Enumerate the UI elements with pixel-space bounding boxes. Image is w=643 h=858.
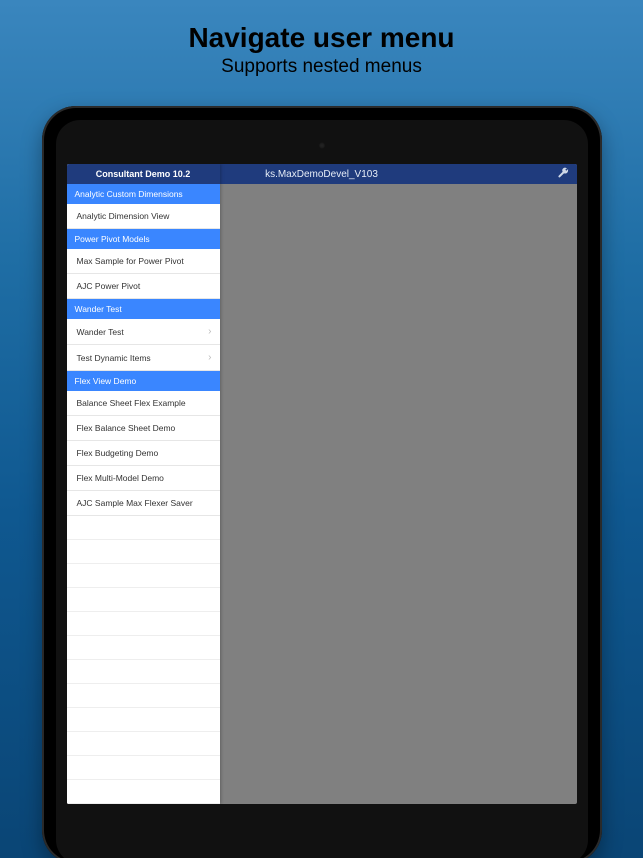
menu-item-label: Flex Balance Sheet Demo (77, 423, 176, 433)
menu-item-label: Flex Budgeting Demo (77, 448, 159, 458)
empty-row (67, 708, 220, 732)
menu-item-label: AJC Sample Max Flexer Saver (77, 498, 193, 508)
menu-item[interactable]: Flex Budgeting Demo (67, 441, 220, 466)
menu-item[interactable]: Analytic Dimension View (67, 204, 220, 229)
promo-header: Navigate user menu Supports nested menus (0, 0, 643, 96)
promo-subtitle: Supports nested menus (0, 56, 643, 78)
empty-row (67, 588, 220, 612)
empty-row (67, 564, 220, 588)
chevron-right-icon: › (208, 352, 211, 363)
menu-item-label: Flex Multi-Model Demo (77, 473, 164, 483)
empty-row (67, 732, 220, 756)
screen: ks.MaxDemoDevel_V103 Consultant Demo 10.… (67, 164, 577, 804)
empty-row (67, 516, 220, 540)
menu-item-label: AJC Power Pivot (77, 281, 141, 291)
settings-button[interactable] (557, 167, 569, 182)
empty-row (67, 684, 220, 708)
camera-dot (318, 142, 325, 149)
sidebar-sections: Analytic Custom Dimensions Analytic Dimen… (67, 184, 220, 516)
menu-item-label: Max Sample for Power Pivot (77, 256, 184, 266)
chevron-right-icon: › (208, 326, 211, 337)
menu-item[interactable]: Wander Test › (67, 319, 220, 345)
section-header[interactable]: Flex View Demo (67, 371, 220, 391)
menu-item[interactable]: AJC Sample Max Flexer Saver (67, 491, 220, 516)
sidebar[interactable]: Consultant Demo 10.2 Analytic Custom Dim… (67, 164, 220, 804)
menu-item[interactable]: AJC Power Pivot (67, 274, 220, 299)
tablet-frame: ks.MaxDemoDevel_V103 Consultant Demo 10.… (42, 106, 602, 858)
menu-item[interactable]: Balance Sheet Flex Example (67, 391, 220, 416)
menu-item[interactable]: Test Dynamic Items › (67, 345, 220, 371)
menu-item[interactable]: Max Sample for Power Pivot (67, 249, 220, 274)
menu-item-label: Analytic Dimension View (77, 211, 170, 221)
menu-item[interactable]: Flex Balance Sheet Demo (67, 416, 220, 441)
sidebar-title: Consultant Demo 10.2 (67, 164, 220, 184)
empty-row (67, 612, 220, 636)
empty-row (67, 540, 220, 564)
section-header[interactable]: Analytic Custom Dimensions (67, 184, 220, 204)
menu-item-label: Test Dynamic Items (77, 353, 151, 363)
section-header[interactable]: Wander Test (67, 299, 220, 319)
empty-row (67, 660, 220, 684)
promo-title: Navigate user menu (0, 22, 643, 54)
section-header[interactable]: Power Pivot Models (67, 229, 220, 249)
empty-row (67, 756, 220, 780)
empty-row (67, 780, 220, 804)
menu-item[interactable]: Flex Multi-Model Demo (67, 466, 220, 491)
tablet-bezel: ks.MaxDemoDevel_V103 Consultant Demo 10.… (56, 120, 588, 858)
menu-item-label: Wander Test (77, 327, 124, 337)
empty-row (67, 636, 220, 660)
wrench-icon (557, 167, 569, 179)
menu-item-label: Balance Sheet Flex Example (77, 398, 186, 408)
sidebar-blank-area (67, 516, 220, 804)
